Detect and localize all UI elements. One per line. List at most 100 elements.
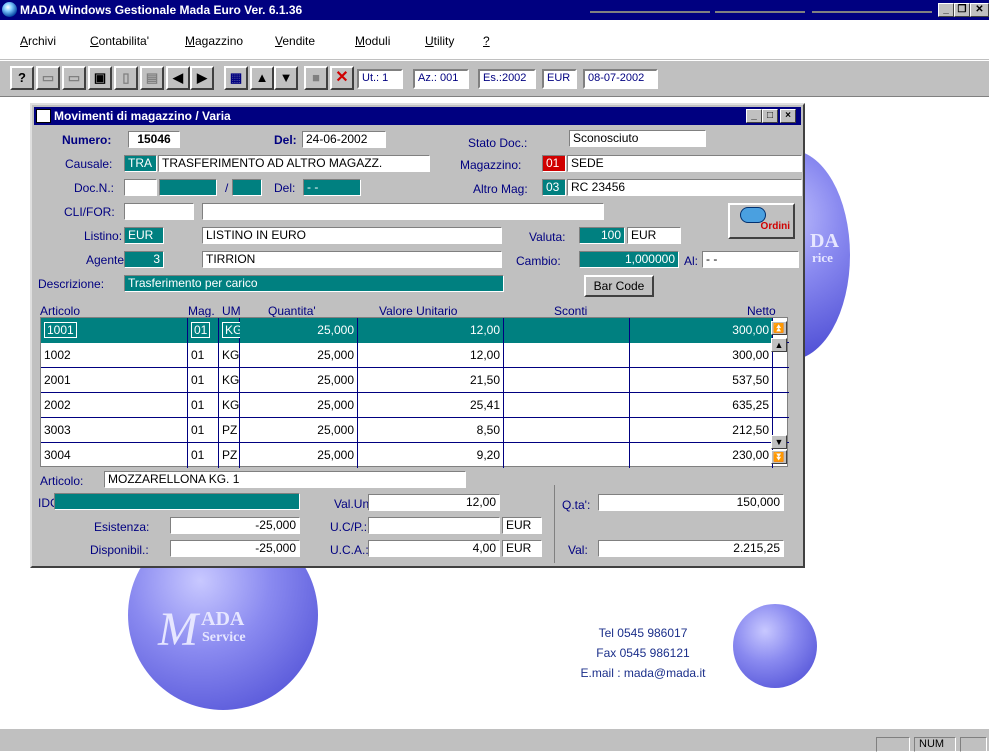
menu-magazzino[interactable]: Magazzino [185, 34, 243, 48]
cell-valore[interactable]: 12,00 [358, 343, 504, 368]
table-row[interactable]: 3003 01 PZ 25,000 8,50 212,50 [41, 418, 789, 443]
cell-netto[interactable]: 230,00 [630, 443, 773, 468]
menu-moduli[interactable]: Moduli [355, 34, 390, 48]
cell-valore[interactable]: 12,00 [358, 318, 504, 343]
causale-code-field[interactable]: TRA [124, 155, 157, 172]
scroll-up-icon[interactable]: ▲ [771, 338, 787, 352]
delete-icon[interactable]: ✕ [330, 66, 354, 90]
disponibil-field[interactable]: -25,000 [170, 540, 300, 557]
menu-help[interactable]: ? [483, 34, 490, 48]
cell-um[interactable]: PZ [219, 443, 240, 468]
cell-valore[interactable]: 9,20 [358, 443, 504, 468]
cell-mag[interactable]: 01 [188, 393, 219, 418]
doc-del-field[interactable]: - - [303, 179, 361, 196]
cell-netto[interactable]: 300,00 [630, 343, 773, 368]
cell-mag[interactable]: 01 [188, 418, 219, 443]
win-maximize-button[interactable]: □ [762, 109, 778, 123]
menu-vendite[interactable]: Vendite [275, 34, 315, 48]
copy-icon[interactable]: ▭ [62, 66, 86, 90]
bar-code-button[interactable]: Bar Code [584, 275, 654, 297]
cell-articolo[interactable]: 2002 [41, 393, 188, 418]
cell-mag[interactable]: 01 [188, 318, 219, 343]
cell-mag[interactable]: 01 [188, 343, 219, 368]
agente-code-field[interactable]: 3 [124, 251, 164, 268]
win-minimize-button[interactable]: _ [746, 109, 762, 123]
minimize-button[interactable]: _ [938, 3, 954, 17]
cell-sconti[interactable] [504, 418, 630, 443]
articolo-desc-field[interactable]: MOZZARELLONA KG. 1 [104, 471, 466, 488]
qta-field[interactable]: 150,000 [598, 494, 784, 511]
win-close-button[interactable]: × [780, 109, 796, 123]
cell-netto[interactable]: 300,00 [630, 318, 773, 343]
cell-valore[interactable]: 21,50 [358, 368, 504, 393]
cell-netto[interactable]: 212,50 [630, 418, 773, 443]
cell-um[interactable]: KG [219, 393, 240, 418]
down-icon[interactable]: ▼ [274, 66, 298, 90]
docn-number-field[interactable] [159, 179, 217, 196]
table-row[interactable]: 2001 01 KG 25,000 21,50 537,50 [41, 368, 789, 393]
cell-sconti[interactable] [504, 318, 630, 343]
ordini-button[interactable]: Ordini [728, 203, 795, 239]
report-icon[interactable]: ▦ [224, 66, 248, 90]
idc-field[interactable] [54, 493, 300, 510]
table-row[interactable]: 2002 01 KG 25,000 25,41 635,25 [41, 393, 789, 418]
clifor-desc-field[interactable] [202, 203, 604, 220]
cell-quantita[interactable]: 25,000 [240, 443, 358, 468]
docn-field[interactable] [124, 179, 157, 196]
scroll-top-icon[interactable]: ⏫ [771, 321, 787, 335]
del-field[interactable]: 24-06-2002 [302, 131, 386, 148]
cell-sconti[interactable] [504, 368, 630, 393]
uca-currency-field[interactable]: EUR [502, 540, 542, 557]
cell-quantita[interactable]: 25,000 [240, 343, 358, 368]
cell-articolo[interactable]: 1002 [41, 343, 188, 368]
cell-mag[interactable]: 01 [188, 443, 219, 468]
docn-suffix-field[interactable] [232, 179, 262, 196]
cell-um[interactable]: KG [219, 368, 240, 393]
window-title-bar[interactable]: Movimenti di magazzino / Varia _ □ × [34, 107, 801, 125]
cell-articolo[interactable]: 3004 [41, 443, 188, 468]
scroll-down-icon[interactable]: ▼ [771, 435, 787, 449]
val-field[interactable]: 2.215,25 [598, 540, 784, 557]
cell-quantita[interactable]: 25,000 [240, 418, 358, 443]
up-icon[interactable]: ▲ [250, 66, 274, 90]
cell-sconti[interactable] [504, 343, 630, 368]
ucp-field[interactable] [368, 517, 500, 534]
help-icon[interactable]: ? [10, 66, 34, 90]
cell-articolo[interactable]: 1001 [41, 318, 188, 343]
clifor-code-field[interactable] [124, 203, 194, 220]
cell-netto[interactable]: 537,50 [630, 368, 773, 393]
numero-field[interactable]: 15046 [128, 131, 180, 148]
listino-desc-field[interactable]: LISTINO IN EURO [202, 227, 502, 244]
close-button[interactable]: ✕ [970, 3, 989, 17]
save-icon[interactable]: ▣ [88, 66, 112, 90]
menu-archivi[interactable]: Archivi [20, 34, 56, 48]
cell-mag[interactable]: 01 [188, 368, 219, 393]
cell-quantita[interactable]: 25,000 [240, 318, 358, 343]
cell-valore[interactable]: 8,50 [358, 418, 504, 443]
val-uni-field[interactable]: 12,00 [368, 494, 500, 511]
cell-quantita[interactable]: 25,000 [240, 393, 358, 418]
print-icon[interactable]: ▯ [114, 66, 138, 90]
table-row[interactable]: 1002 01 KG 25,000 12,00 300,00 [41, 343, 789, 368]
menu-utility[interactable]: Utility [425, 34, 454, 48]
new-icon[interactable]: ▭ [36, 66, 60, 90]
agente-desc-field[interactable]: TIRRION [202, 251, 502, 268]
cell-sconti[interactable] [504, 393, 630, 418]
cell-um[interactable]: KG [219, 343, 240, 368]
cell-valore[interactable]: 25,41 [358, 393, 504, 418]
restore-button[interactable]: ❐ [954, 3, 970, 17]
al-field[interactable]: - - [702, 251, 799, 268]
magazzino-code-field[interactable]: 01 [542, 155, 566, 172]
ucp-currency-field[interactable]: EUR [502, 517, 542, 534]
uca-field[interactable]: 4,00 [368, 540, 500, 557]
cell-um[interactable]: KG [219, 318, 246, 343]
valuta-code-field[interactable]: 100 [579, 227, 625, 244]
esistenza-field[interactable]: -25,000 [170, 517, 300, 534]
table-row[interactable]: 1001 01 KG 25,000 12,00 300,00 [41, 318, 789, 343]
stato-doc-field[interactable]: Sconosciuto [569, 130, 706, 147]
valuta-desc-field[interactable]: EUR [627, 227, 681, 244]
descrizione-field[interactable]: Trasferimento per carico [124, 275, 504, 292]
altro-mag-code-field[interactable]: 03 [542, 179, 566, 196]
cell-netto[interactable]: 635,25 [630, 393, 773, 418]
app-title-bar[interactable]: MADA Windows Gestionale Mada Euro Ver. 6… [0, 0, 989, 20]
